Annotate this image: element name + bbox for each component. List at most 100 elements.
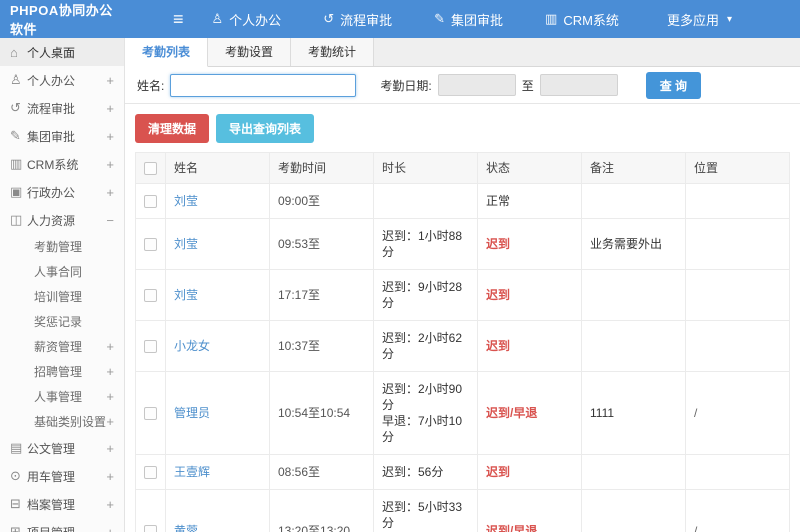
expand-toggle-icon[interactable]: +: [106, 185, 114, 200]
table-row: 刘莹 09:00至 正常: [135, 183, 790, 219]
sidebar-item[interactable]: 培训管理: [0, 284, 124, 309]
tab[interactable]: 考勤列表: [125, 38, 209, 67]
row-checkbox[interactable]: [144, 525, 157, 532]
navbar-item[interactable]: 更多应用 ▾: [661, 10, 732, 29]
sidebar-item-label: 人力资源: [27, 213, 76, 228]
status-badge: 迟到/早退: [486, 406, 538, 420]
sidebar-item[interactable]: ⊟ 档案管理 +: [0, 490, 124, 518]
expand-toggle-icon[interactable]: +: [106, 101, 114, 116]
table-row: 黄蓉 13:20至13:20 迟到：5小时33分 早退：4小时67分 迟到/早退…: [135, 489, 790, 532]
expand-toggle-icon[interactable]: +: [106, 389, 114, 404]
sidebar-item[interactable]: ⊙ 用车管理 +: [0, 462, 124, 490]
sidebar-item[interactable]: 薪资管理 +: [0, 334, 124, 359]
employee-name-link[interactable]: 刘莹: [174, 288, 198, 302]
column-header: 状态: [477, 152, 582, 184]
sidebar-item[interactable]: ▣ 行政办公 +: [0, 178, 124, 206]
status-badge: 迟到: [486, 237, 511, 251]
expand-toggle-icon[interactable]: +: [106, 414, 114, 429]
employee-name-link[interactable]: 刘莹: [174, 237, 198, 251]
employee-name-link[interactable]: 刘莹: [174, 194, 198, 208]
expand-toggle-icon[interactable]: −: [106, 213, 114, 228]
name-filter-label: 姓名:: [137, 78, 165, 93]
sidebar-item[interactable]: ↺ 流程审批 +: [0, 94, 124, 122]
sidebar-item[interactable]: ♙ 个人办公 +: [0, 66, 124, 94]
location-cell: [685, 218, 790, 270]
expand-toggle-icon[interactable]: +: [106, 339, 114, 354]
sidebar-item[interactable]: ✎ 集团审批 +: [0, 122, 124, 150]
late-duration: 迟到：5小时33分: [382, 500, 463, 530]
sidebar-item-label: 招聘管理: [34, 365, 83, 379]
expand-toggle-icon[interactable]: +: [106, 469, 114, 484]
employee-name-link[interactable]: 管理员: [174, 406, 210, 420]
expand-toggle-icon[interactable]: +: [106, 364, 114, 379]
user-icon: ♙: [211, 11, 224, 26]
export-list-button[interactable]: 导出查询列表: [216, 114, 315, 143]
row-checkbox[interactable]: [144, 407, 157, 421]
navbar-item-label: 集团审批: [451, 12, 504, 28]
row-checkbox[interactable]: [144, 195, 157, 209]
sidebar-item[interactable]: ▤ 公文管理 +: [0, 434, 124, 462]
employee-name-link[interactable]: 黄蓉: [174, 524, 198, 532]
navbar-item[interactable]: ↺ 流程审批: [323, 10, 400, 29]
date-to-input[interactable]: [539, 74, 618, 96]
date-to-label: 至: [521, 78, 534, 93]
navbar-item[interactable]: ♙ 个人办公: [212, 10, 290, 29]
expand-toggle-icon[interactable]: +: [106, 129, 114, 144]
status-cell: 迟到/早退: [477, 371, 582, 455]
table-row: 王壹辉 08:56至 迟到：56分 迟到: [135, 454, 790, 490]
row-checkbox-cell: [135, 454, 166, 490]
sidebar-item[interactable]: 考勤管理: [0, 234, 124, 259]
attendance-time-cell: 08:56至: [269, 454, 374, 490]
employee-name-cell: 刘莹: [165, 183, 270, 219]
sidebar-item[interactable]: 人事管理 +: [0, 384, 124, 409]
expand-toggle-icon[interactable]: +: [106, 441, 114, 456]
sidebar-item[interactable]: 招聘管理 +: [0, 359, 124, 384]
navbar-item[interactable]: ▥ CRM系统: [545, 10, 627, 29]
select-all-checkbox[interactable]: [144, 162, 157, 176]
search-button[interactable]: 查 询: [645, 71, 702, 99]
sidebar-item[interactable]: ⊞ 项目管理 +: [0, 518, 124, 532]
employee-name-link[interactable]: 王壹辉: [174, 465, 210, 479]
row-checkbox-cell: [135, 489, 166, 532]
workflow-icon: ↺: [10, 100, 21, 115]
sidebar-item[interactable]: 人事合同: [0, 259, 124, 284]
expand-toggle-icon[interactable]: +: [106, 497, 114, 512]
hr-icon: ◫: [10, 212, 23, 227]
row-checkbox[interactable]: [144, 238, 157, 252]
sidebar-item[interactable]: ◫ 人力资源 −: [0, 206, 124, 234]
sidebar-item[interactable]: ⌂ 个人桌面: [0, 38, 124, 66]
duration-cell: [373, 183, 478, 219]
row-checkbox[interactable]: [144, 340, 157, 354]
date-from-input[interactable]: [437, 74, 516, 96]
filter-bar: 姓名: 考勤日期: 至 查 询: [125, 67, 800, 104]
sidebar-item[interactable]: 基础类别设置 +: [0, 409, 124, 434]
duration-cell: 迟到：5小时33分 早退：4小时67分: [373, 489, 478, 532]
sidebar-item[interactable]: 奖惩记录: [0, 309, 124, 334]
status-cell: 正常: [477, 183, 582, 219]
tab[interactable]: 考勤统计: [291, 38, 375, 66]
expand-toggle-icon[interactable]: +: [106, 525, 114, 532]
employee-name-link[interactable]: 小龙女: [174, 339, 210, 353]
location-cell: [685, 183, 790, 219]
employee-name-cell: 小龙女: [165, 320, 270, 372]
chart-icon: ▥: [10, 156, 23, 171]
late-duration: 迟到：56分: [382, 465, 444, 479]
approval-icon: ✎: [434, 11, 446, 26]
hamburger-menu-icon[interactable]: ≡: [173, 10, 184, 28]
status-badge: 迟到: [486, 339, 511, 353]
navbar-item[interactable]: ✎ 集团审批: [434, 10, 511, 29]
remark-cell: 1111: [581, 371, 686, 455]
clean-data-button[interactable]: 清理数据: [135, 114, 210, 143]
sidebar-item[interactable]: ▥ CRM系统 +: [0, 150, 124, 178]
sidebar-item-label: 奖惩记录: [34, 315, 83, 329]
tab[interactable]: 考勤设置: [208, 38, 292, 66]
row-checkbox[interactable]: [144, 289, 157, 303]
row-checkbox[interactable]: [144, 466, 157, 480]
expand-toggle-icon[interactable]: +: [106, 73, 114, 88]
name-filter-input[interactable]: [170, 73, 357, 97]
row-checkbox-cell: [135, 371, 166, 455]
table-row: 刘莹 09:53至 迟到：1小时88分 迟到 业务需要外出: [135, 218, 790, 270]
row-checkbox-cell: [135, 320, 166, 372]
expand-toggle-icon[interactable]: +: [106, 157, 114, 172]
main-content: 考勤列表 考勤设置 考勤统计 姓名: 考勤日期: 至 查 询 清理数据 导出查询…: [125, 38, 800, 532]
